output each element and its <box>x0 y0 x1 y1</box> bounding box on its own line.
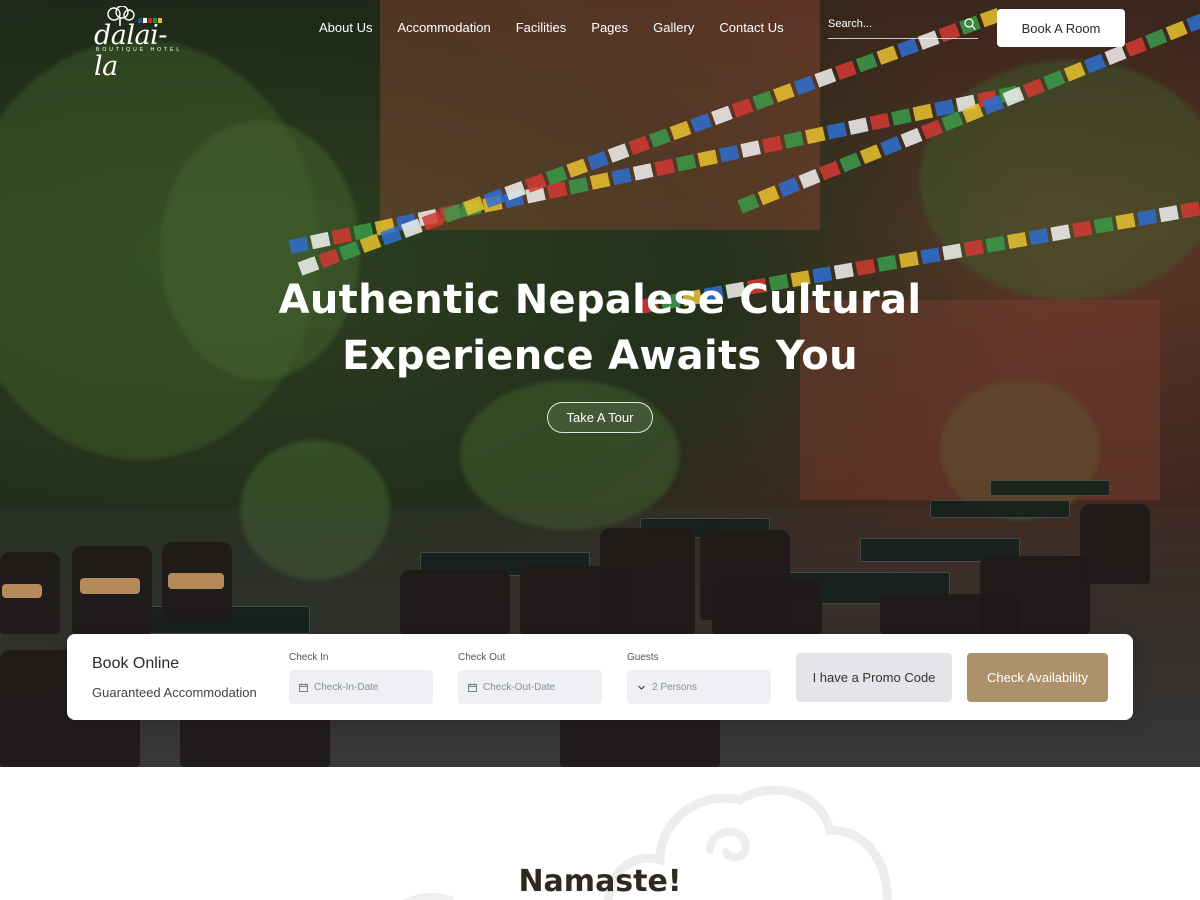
book-room-button[interactable]: Book A Room <box>997 9 1125 47</box>
main-nav: About Us Accommodation Facilities Pages … <box>319 19 784 37</box>
chair-decor <box>400 570 510 634</box>
chair-decor <box>980 556 1090 634</box>
table-decor <box>990 480 1110 496</box>
chevron-down-icon <box>638 685 645 690</box>
take-tour-button[interactable]: Take A Tour <box>547 402 653 433</box>
booking-panel: Book Online Guaranteed Accommodation Che… <box>67 634 1133 720</box>
check-out-field[interactable]: Check-Out-Date <box>458 670 602 704</box>
check-in-label: Check In <box>289 652 329 663</box>
prayer-flag <box>805 126 826 145</box>
nav-pages[interactable]: Pages <box>591 19 628 37</box>
prayer-flag <box>848 117 869 135</box>
guests-value: 2 Persons <box>652 681 698 693</box>
search-input[interactable] <box>828 14 958 34</box>
cushion-decor <box>80 578 140 594</box>
search-box <box>828 14 978 39</box>
search-icon[interactable] <box>964 18 976 30</box>
prayer-flag <box>855 53 878 73</box>
check-availability-button[interactable]: Check Availability <box>967 653 1108 702</box>
prayer-flag <box>1104 45 1127 66</box>
cushion-decor <box>168 573 224 589</box>
prayer-flag <box>859 144 882 165</box>
prayer-flag <box>826 122 848 140</box>
table-decor <box>930 500 1070 518</box>
prayer-flag <box>1180 201 1200 219</box>
prayer-flag <box>835 60 857 80</box>
check-in-placeholder: Check-In-Date <box>314 681 379 693</box>
prayer-flag <box>891 108 912 126</box>
logo-tagline: BOUTIQUE HOTEL <box>96 47 183 53</box>
promo-code-button[interactable]: I have a Promo Code <box>796 653 952 702</box>
check-out-label: Check Out <box>458 652 506 663</box>
section-heading: Namaste! <box>518 864 682 899</box>
prayer-flag <box>880 136 903 156</box>
prayer-flag <box>912 103 934 122</box>
hotel-logo[interactable]: dalai-la BOUTIQUE HOTEL <box>94 6 186 82</box>
prayer-flag <box>1124 37 1147 57</box>
calendar-icon <box>468 682 477 692</box>
booking-subtitle: Guaranteed Accommodation <box>92 685 257 700</box>
check-in-field[interactable]: Check-In-Date <box>289 670 433 704</box>
nav-facilities[interactable]: Facilities <box>516 19 567 37</box>
prayer-flag <box>1186 12 1200 33</box>
calendar-icon <box>299 682 308 692</box>
prayer-flag <box>839 152 862 173</box>
prayer-flag <box>876 45 899 65</box>
guests-label: Guests <box>627 652 659 663</box>
nav-contact-us[interactable]: Contact Us <box>719 19 783 37</box>
check-out-placeholder: Check-Out-Date <box>483 681 556 693</box>
cushion-decor <box>2 584 42 598</box>
prayer-flag <box>818 160 841 181</box>
prayer-flag <box>877 254 898 272</box>
prayer-flag <box>920 247 941 265</box>
hero-title: Authentic Nepalese Cultural Experience A… <box>0 272 1200 384</box>
nav-gallery[interactable]: Gallery <box>653 19 694 37</box>
prayer-flag <box>869 112 891 131</box>
chair-decor <box>1080 504 1150 584</box>
prayer-flag <box>897 38 919 58</box>
prayer-flag <box>1145 28 1168 49</box>
booking-title: Book Online <box>92 655 180 672</box>
chair-decor <box>600 528 695 634</box>
nav-about-us[interactable]: About Us <box>319 19 372 37</box>
prayer-flag <box>900 127 923 148</box>
hero-title-line-2: Experience Awaits You <box>342 333 858 379</box>
prayer-flag <box>1165 20 1188 41</box>
guests-select[interactable]: 2 Persons <box>627 670 771 704</box>
prayer-flag <box>898 251 919 269</box>
nav-accommodation[interactable]: Accommodation <box>397 19 490 37</box>
hero-title-line-1: Authentic Nepalese Cultural <box>278 277 922 323</box>
chair-decor <box>712 580 822 634</box>
